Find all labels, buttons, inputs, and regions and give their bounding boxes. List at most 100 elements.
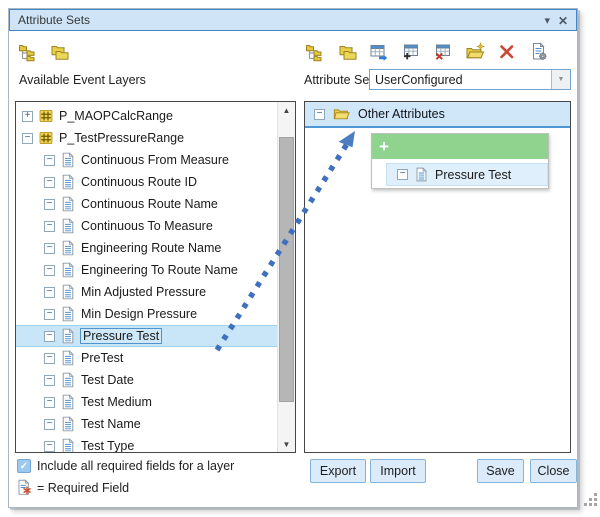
save-button[interactable]: Save (477, 459, 524, 483)
tree-item-label: P_MAOPCalcRange (59, 109, 173, 123)
tree-item-label: Test Type (81, 439, 134, 452)
dialog-titlebar[interactable]: Attribute Sets ▾ ✕ (9, 9, 577, 31)
attribute-set-combobox[interactable]: UserConfigured ▼ (369, 69, 571, 90)
combo-dropdown-button[interactable]: ▼ (551, 70, 570, 89)
scroll-down-button[interactable]: ▼ (278, 436, 295, 452)
expander-toggle[interactable]: − (314, 109, 325, 120)
tree-item[interactable]: − Continuous From Measure (16, 149, 277, 171)
drag-item: − Pressure Test (386, 163, 548, 186)
expander-toggle[interactable]: − (44, 177, 55, 188)
tree-item[interactable]: − PreTest (16, 347, 277, 369)
tree-item[interactable]: − Test Date (16, 369, 277, 391)
tree-item[interactable]: −Engineering Route Name (16, 237, 277, 259)
export-button[interactable]: Export (310, 459, 366, 483)
tree-item[interactable]: −Min Design Pressure (16, 303, 277, 325)
expander-toggle[interactable]: − (44, 441, 55, 452)
expander-toggle[interactable]: − (44, 331, 55, 342)
field-icon (60, 152, 76, 168)
expander-toggle[interactable]: − (22, 133, 33, 144)
tree-item[interactable]: −Min Adjusted Pressure (16, 281, 277, 303)
resize-grip[interactable] (584, 493, 598, 507)
field-icon (60, 218, 76, 234)
expander-toggle[interactable]: − (44, 309, 55, 320)
tree-item-label: PreTest (81, 351, 123, 365)
attribute-set-label: Attribute Set: (304, 73, 376, 87)
folders-icon[interactable] (48, 42, 69, 63)
tree-item[interactable]: − P_TestPressureRange (16, 127, 277, 149)
tree-item[interactable]: − Continuous Route Name (16, 193, 277, 215)
open-folder-icon (332, 106, 351, 123)
field-icon (60, 438, 76, 452)
titlebar-menu-caret-icon[interactable]: ▾ (544, 11, 550, 31)
field-icon (60, 196, 76, 212)
expander-toggle[interactable]: − (44, 397, 55, 408)
tree-item-label: Continuous Route ID (81, 175, 197, 189)
available-layers-panel: +P_MAOPCalcRange−P_TestPressureRange−Con… (15, 101, 296, 453)
field-icon (60, 306, 76, 322)
folders-icon[interactable] (336, 42, 357, 63)
drag-preview: + − Pressure Test (371, 133, 549, 189)
tree-item[interactable]: − Test Type (16, 435, 277, 452)
close-icon[interactable]: ✕ (558, 11, 568, 31)
field-icon (60, 328, 76, 344)
chevron-down-icon: ▼ (558, 76, 565, 83)
required-field-icon (16, 478, 33, 497)
tree-item[interactable]: + P_MAOPCalcRange (16, 105, 277, 127)
red-x-icon[interactable] (496, 42, 517, 63)
table-arrow-icon[interactable] (368, 42, 389, 63)
field-icon (414, 167, 429, 182)
include-required-checkbox[interactable]: ✓ (17, 459, 31, 473)
check-icon: ✓ (20, 461, 28, 472)
folder-star-icon[interactable] (464, 42, 485, 63)
checkbox-label: Include all required fields for a layer (37, 459, 234, 473)
tree-item-label: Continuous To Measure (81, 219, 213, 233)
folder-tree-icon[interactable] (17, 42, 38, 63)
tree-item[interactable]: −Pressure Test (16, 325, 277, 347)
tree-item[interactable]: − Continuous To Measure (16, 215, 277, 237)
page-gear-icon[interactable] (528, 42, 549, 63)
table-plus-icon[interactable] (400, 42, 421, 63)
scrollbar[interactable]: ▲ ▼ (277, 102, 295, 452)
tree-item-label: Continuous Route Name (81, 197, 218, 211)
close-button[interactable]: Close (530, 459, 577, 483)
drop-indicator: + (372, 134, 548, 159)
tree-item[interactable]: −Test Name (16, 413, 277, 435)
import-button[interactable]: Import (370, 459, 426, 483)
expander-toggle[interactable]: − (44, 375, 55, 386)
tree-item-label: Continuous From Measure (81, 153, 229, 167)
expander-toggle[interactable]: + (22, 111, 33, 122)
field-icon (60, 394, 76, 410)
field-icon (60, 284, 76, 300)
tree-item[interactable]: − Test Medium (16, 391, 277, 413)
tree-item[interactable]: − Continuous Route ID (16, 171, 277, 193)
field-icon (60, 416, 76, 432)
toolbar-right (304, 40, 549, 64)
plus-icon: + (379, 135, 389, 158)
table-x-icon[interactable] (432, 42, 453, 63)
group-row-other-attributes[interactable]: − Other Attributes (305, 102, 570, 128)
expander-toggle[interactable]: − (44, 265, 55, 276)
attribute-sets-dialog: Attribute Sets ▾ ✕ Available Event Layer… (8, 8, 578, 508)
expander-toggle[interactable]: − (44, 287, 55, 298)
expander-toggle[interactable]: − (44, 221, 55, 232)
event-layer-icon (38, 108, 54, 124)
scrollbar-thumb[interactable] (279, 137, 294, 402)
available-layers-heading: Available Event Layers (19, 73, 146, 87)
field-icon (60, 262, 76, 278)
expander-toggle[interactable]: − (44, 353, 55, 364)
group-label: Other Attributes (358, 107, 445, 121)
expander-toggle[interactable]: − (44, 199, 55, 210)
expander-toggle[interactable]: − (44, 155, 55, 166)
required-field-legend: = Required Field (37, 481, 129, 495)
folder-tree-icon[interactable] (304, 42, 325, 63)
tree-item-label: P_TestPressureRange (59, 131, 184, 145)
available-layers-tree: +P_MAOPCalcRange−P_TestPressureRange−Con… (16, 105, 295, 452)
expander-toggle[interactable]: − (44, 243, 55, 254)
expander-toggle: − (397, 169, 408, 180)
tree-item-label: Engineering To Route Name (81, 263, 238, 277)
scroll-up-button[interactable]: ▲ (278, 102, 295, 118)
tree-item-label: Test Medium (81, 395, 152, 409)
tree-item[interactable]: − Engineering To Route Name (16, 259, 277, 281)
tree-item-label: Test Date (81, 373, 134, 387)
expander-toggle[interactable]: − (44, 419, 55, 430)
